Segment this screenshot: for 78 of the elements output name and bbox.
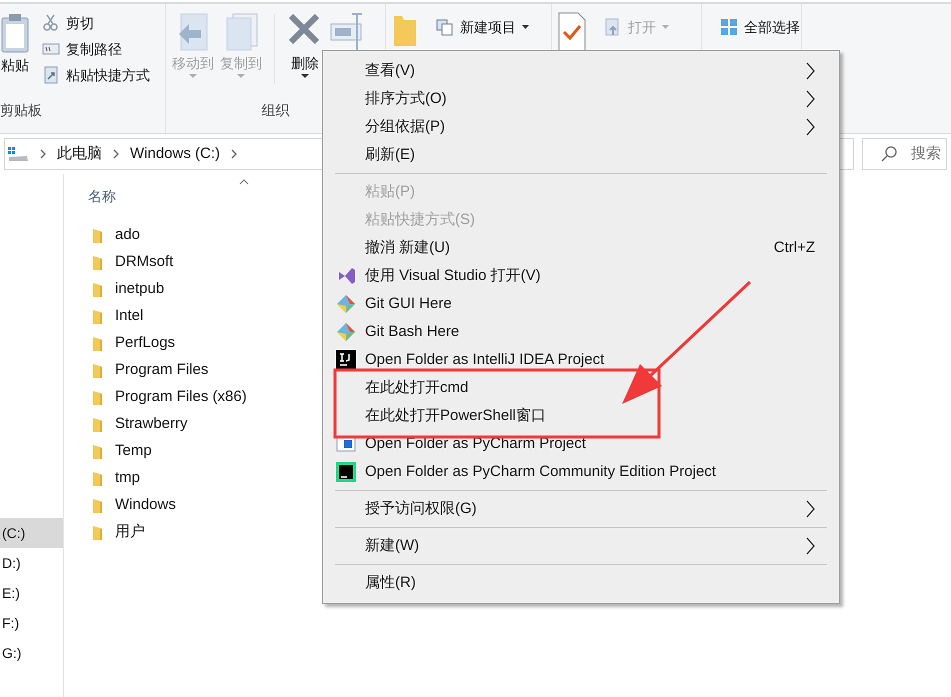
ribbon-button[interactable]: 全部选择	[720, 16, 800, 38]
search-icon	[881, 146, 897, 162]
navigation-item[interactable]: (C:)	[0, 518, 63, 548]
folder-icon	[92, 254, 103, 270]
group-label: 组织	[260, 101, 290, 120]
menu-item[interactable]: 使用 Visual Studio 打开(V)	[323, 262, 839, 290]
ij-logo-icon	[336, 350, 356, 370]
shortcut-icon	[42, 66, 60, 84]
folder-icon	[92, 498, 103, 514]
file-name[interactable]: 用户	[115, 521, 145, 544]
ribbon-button[interactable]: 粘贴	[0, 12, 30, 74]
breadcrumb[interactable]: 此电脑	[57, 142, 102, 166]
visual-studio-icon	[336, 266, 356, 286]
menu-item[interactable]: 分组依据(P)	[323, 113, 839, 141]
file-name[interactable]: Program Files (x86)	[115, 386, 247, 409]
folder-icon	[92, 228, 103, 244]
git-diamond-icon	[336, 322, 356, 342]
file-name[interactable]: Temp	[115, 440, 152, 463]
chevron-right-icon	[230, 149, 238, 159]
column-header[interactable]: 名称	[88, 186, 116, 206]
file-name[interactable]: Windows	[115, 494, 176, 517]
dropdown-caret-icon	[522, 25, 529, 29]
ribbon-button[interactable]: 复制路径	[42, 38, 150, 60]
navigation-item[interactable]: E:)	[0, 578, 63, 608]
folder-icon	[92, 390, 103, 406]
menu-item[interactable]: 新建(W)	[323, 532, 839, 560]
menu-item[interactable]: 在此处打开PowerShell窗口	[323, 402, 839, 430]
menu-item[interactable]: 排序方式(O)	[323, 85, 839, 113]
dropdown-caret-icon	[237, 74, 245, 78]
dropdown-caret-icon	[301, 74, 309, 78]
menu-item[interactable]: Open Folder as PyCharm Community Edition Project	[323, 458, 839, 486]
dropdown-caret-icon	[662, 25, 669, 29]
menu-item[interactable]: Git Bash Here	[323, 318, 839, 346]
menu-item[interactable]: 在此处打开cmd	[323, 374, 839, 402]
menu-item[interactable]: 授予访问权限(G)	[323, 495, 839, 523]
file-name[interactable]: inetpub	[115, 278, 164, 301]
search-field[interactable]: 搜索	[862, 138, 947, 170]
folder-icon	[92, 282, 103, 298]
menu-item[interactable]: 刷新(E)	[323, 141, 839, 169]
sort-ascending-icon	[239, 179, 249, 185]
menu-item[interactable]: 属性(R)	[323, 569, 839, 597]
dropdown-caret-icon	[189, 74, 197, 78]
file-name[interactable]: Intel	[115, 305, 144, 328]
navigation-item[interactable]: D:)	[0, 548, 63, 578]
menu-item[interactable]: 查看(V)	[323, 57, 839, 85]
select-all-icon	[720, 18, 738, 36]
pc-logo-icon	[336, 462, 356, 482]
chevron-right-icon	[112, 149, 120, 159]
folder-icon	[92, 524, 103, 540]
ribbon-button[interactable]: 剪切	[42, 12, 150, 34]
folder-icon	[92, 336, 103, 352]
file-name[interactable]: PerfLogs	[115, 332, 176, 355]
file-name[interactable]: Strawberry	[115, 413, 188, 436]
git-diamond-icon	[336, 294, 356, 314]
file-name[interactable]: Program Files	[115, 359, 208, 382]
checkmark-document-icon	[558, 12, 586, 52]
ribbon-button[interactable]: 新建项目	[436, 16, 529, 38]
new-item-icon	[436, 18, 454, 36]
menu-item[interactable]: 撤消 新建(U) Ctrl+Z	[323, 234, 839, 262]
chevron-right-icon	[39, 149, 47, 159]
menu-item[interactable]: Open Folder as IntelliJ IDEA Project	[323, 346, 839, 374]
folder-icon	[92, 470, 103, 486]
drive-icon	[7, 146, 29, 162]
file-name[interactable]: ado	[115, 224, 140, 247]
folder-icon	[92, 362, 103, 378]
menu-item[interactable]: Git GUI Here	[323, 290, 839, 318]
ribbon-button[interactable]: 粘贴快捷方式	[42, 64, 150, 86]
breadcrumb[interactable]: Windows (C:)	[130, 142, 220, 166]
folder-icon	[92, 444, 103, 460]
file-name[interactable]: tmp	[115, 467, 140, 490]
folder-icon	[92, 308, 103, 324]
file-name[interactable]: DRMsoft	[115, 251, 174, 274]
ribbon-button[interactable]: 删除	[287, 12, 323, 78]
group-label: 剪贴板	[0, 101, 43, 120]
folder-icon	[92, 416, 103, 432]
navigation-item[interactable]: G:)	[0, 638, 63, 668]
navigation-item[interactable]: F:)	[0, 608, 63, 638]
scissors-icon	[42, 14, 60, 32]
